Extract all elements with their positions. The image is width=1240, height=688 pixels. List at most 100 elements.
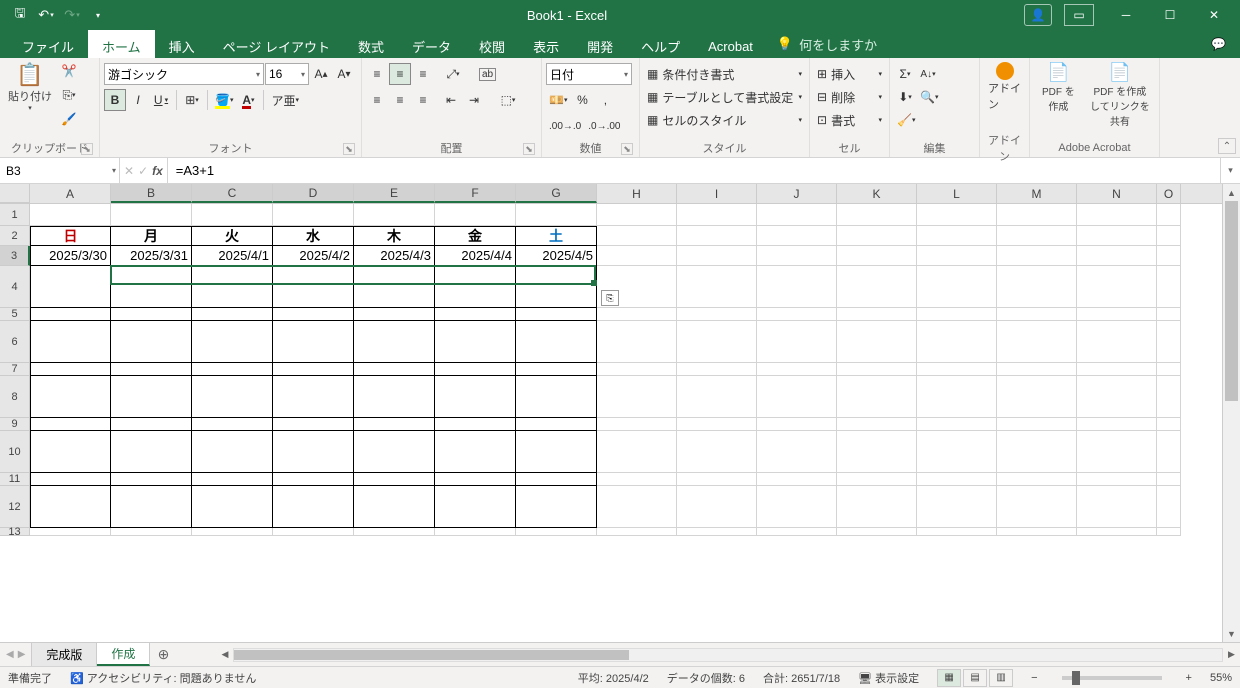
- cell-D8[interactable]: [273, 376, 354, 418]
- fill-color-button[interactable]: 🪣▾: [212, 89, 236, 111]
- cell-J5[interactable]: [757, 308, 837, 321]
- cell-H5[interactable]: [597, 308, 677, 321]
- ribbon-display-options[interactable]: ▭: [1064, 4, 1094, 26]
- cell-D3[interactable]: 2025/4/2: [273, 246, 354, 266]
- cell-L11[interactable]: [917, 473, 997, 486]
- cell-D11[interactable]: [273, 473, 354, 486]
- column-header-L[interactable]: L: [917, 184, 997, 203]
- increase-font-button[interactable]: A▴: [310, 63, 332, 85]
- horizontal-scrollbar[interactable]: ◀ ▶: [216, 643, 1240, 666]
- cell-H6[interactable]: [597, 321, 677, 363]
- tab-help[interactable]: ヘルプ: [627, 30, 694, 58]
- cell-L3[interactable]: [917, 246, 997, 266]
- merge-center-button[interactable]: ⬚▾: [497, 89, 519, 111]
- insert-function-button[interactable]: fx: [152, 164, 163, 178]
- cell-O2[interactable]: [1157, 226, 1181, 246]
- hscroll-thumb[interactable]: [234, 650, 629, 660]
- cell-E5[interactable]: [354, 308, 435, 321]
- cell-K12[interactable]: [837, 486, 917, 528]
- cell-J4[interactable]: [757, 266, 837, 308]
- scroll-right-button[interactable]: ▶: [1223, 647, 1240, 663]
- cell-G6[interactable]: [516, 321, 597, 363]
- cell-H10[interactable]: [597, 431, 677, 473]
- delete-cells-button[interactable]: ⊟ 削除 ▾: [814, 86, 885, 108]
- scroll-down-button[interactable]: ▼: [1223, 625, 1240, 642]
- cell-O5[interactable]: [1157, 308, 1181, 321]
- cell-C7[interactable]: [192, 363, 273, 376]
- cell-J1[interactable]: [757, 204, 837, 226]
- cell-I3[interactable]: [677, 246, 757, 266]
- cell-E11[interactable]: [354, 473, 435, 486]
- cell-D4[interactable]: [273, 266, 354, 308]
- cell-C9[interactable]: [192, 418, 273, 431]
- cell-E6[interactable]: [354, 321, 435, 363]
- cell-G7[interactable]: [516, 363, 597, 376]
- cell-N8[interactable]: [1077, 376, 1157, 418]
- cell-D13[interactable]: [273, 528, 354, 536]
- cell-B1[interactable]: [111, 204, 192, 226]
- cell-J9[interactable]: [757, 418, 837, 431]
- cell-A3[interactable]: 2025/3/30: [30, 246, 111, 266]
- cell-G9[interactable]: [516, 418, 597, 431]
- cell-F2[interactable]: 金: [435, 226, 516, 246]
- increase-indent-button[interactable]: ⇥: [463, 89, 485, 111]
- row-header-11[interactable]: 11: [0, 473, 30, 486]
- create-pdf-button[interactable]: 📄PDF を作成: [1034, 60, 1083, 115]
- cell-I8[interactable]: [677, 376, 757, 418]
- cell-B3[interactable]: 2025/3/31: [111, 246, 192, 266]
- cell-J2[interactable]: [757, 226, 837, 246]
- bold-button[interactable]: B: [104, 89, 126, 111]
- cell-F11[interactable]: [435, 473, 516, 486]
- accounting-button[interactable]: 💴▾: [546, 89, 570, 111]
- phonetic-button[interactable]: ア亜▾: [268, 89, 302, 111]
- cell-O8[interactable]: [1157, 376, 1181, 418]
- row-header-5[interactable]: 5: [0, 308, 30, 321]
- column-header-J[interactable]: J: [757, 184, 837, 203]
- cell-C11[interactable]: [192, 473, 273, 486]
- row-header-13[interactable]: 13: [0, 528, 30, 536]
- zoom-slider[interactable]: [1062, 676, 1162, 680]
- tab-file[interactable]: ファイル: [8, 30, 88, 58]
- cell-B4[interactable]: [111, 266, 192, 308]
- cell-L6[interactable]: [917, 321, 997, 363]
- share-button[interactable]: 💬: [1197, 30, 1240, 58]
- zoom-level[interactable]: 55%: [1210, 672, 1232, 684]
- align-top-button[interactable]: ≡: [366, 63, 388, 85]
- cell-E9[interactable]: [354, 418, 435, 431]
- cell-M8[interactable]: [997, 376, 1077, 418]
- percent-button[interactable]: %: [571, 89, 593, 111]
- cell-G3[interactable]: 2025/4/5: [516, 246, 597, 266]
- cell-K5[interactable]: [837, 308, 917, 321]
- cell-E7[interactable]: [354, 363, 435, 376]
- column-header-F[interactable]: F: [435, 184, 516, 203]
- vscroll-thumb[interactable]: [1225, 201, 1238, 401]
- format-as-table-button[interactable]: ▦ テーブルとして書式設定 ▾: [644, 86, 805, 108]
- cell-B7[interactable]: [111, 363, 192, 376]
- font-dialog-launcher[interactable]: ⬊: [343, 143, 355, 155]
- formula-input[interactable]: =A3+1: [168, 158, 1220, 183]
- align-right-button[interactable]: ≡: [412, 89, 434, 111]
- tab-home[interactable]: ホーム: [88, 30, 155, 58]
- cell-A6[interactable]: [30, 321, 111, 363]
- cell-F8[interactable]: [435, 376, 516, 418]
- sort-filter-button[interactable]: A↓▾: [917, 63, 939, 85]
- cell-J13[interactable]: [757, 528, 837, 536]
- column-header-M[interactable]: M: [997, 184, 1077, 203]
- cell-M3[interactable]: [997, 246, 1077, 266]
- tab-view[interactable]: 表示: [519, 30, 573, 58]
- italic-button[interactable]: I: [127, 89, 149, 111]
- cell-B6[interactable]: [111, 321, 192, 363]
- column-header-C[interactable]: C: [192, 184, 273, 203]
- cell-B12[interactable]: [111, 486, 192, 528]
- decrease-decimal-button[interactable]: .0→.00: [585, 115, 623, 137]
- cell-I5[interactable]: [677, 308, 757, 321]
- align-middle-button[interactable]: ≡: [389, 63, 411, 85]
- cell-I12[interactable]: [677, 486, 757, 528]
- cell-G10[interactable]: [516, 431, 597, 473]
- cell-K7[interactable]: [837, 363, 917, 376]
- cell-D5[interactable]: [273, 308, 354, 321]
- increase-decimal-button[interactable]: .00→.0: [546, 115, 584, 137]
- format-painter-button[interactable]: 🖌️: [58, 108, 80, 130]
- cell-M10[interactable]: [997, 431, 1077, 473]
- cell-I2[interactable]: [677, 226, 757, 246]
